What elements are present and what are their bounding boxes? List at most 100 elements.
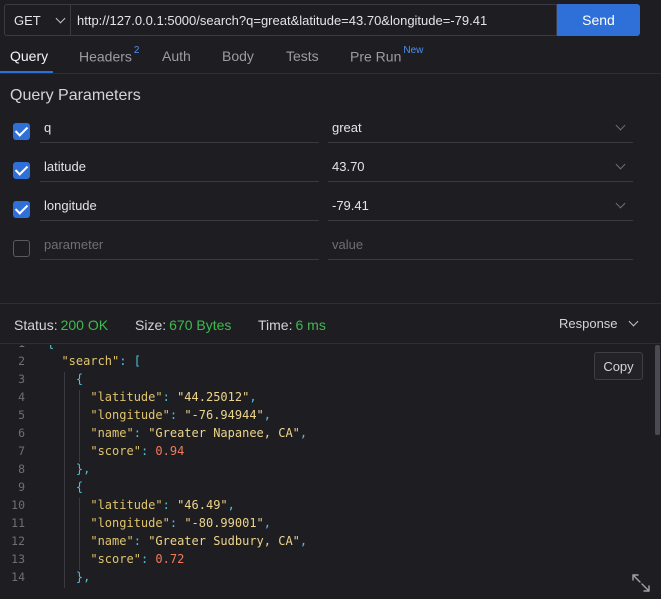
- time-indicator: Time: 6 ms: [258, 317, 326, 333]
- send-button[interactable]: Send: [557, 4, 640, 36]
- tab-label: Query: [10, 48, 49, 64]
- code-text: "name": "Greater Napanee, CA",: [90, 426, 308, 440]
- tab-headers[interactable]: Headers 2: [79, 45, 140, 65]
- line-number: 14: [11, 570, 25, 584]
- expand-icon[interactable]: [630, 572, 652, 594]
- tab-tests[interactable]: Tests: [286, 48, 319, 64]
- chevron-down-icon: [628, 316, 639, 327]
- time-value: 6 ms: [295, 317, 326, 333]
- param-checkbox[interactable]: [13, 162, 30, 179]
- size-indicator: Size: 670 Bytes: [135, 317, 231, 333]
- code-text: },: [75, 570, 91, 584]
- line-number: 1: [0, 345, 25, 350]
- param-value-text: -79.41: [332, 198, 369, 213]
- chevron-down-icon[interactable]: [615, 120, 626, 131]
- code-text: "longitude": "-76.94944",: [90, 408, 272, 422]
- line-number: 13: [11, 552, 25, 566]
- code-text: "score": 0.72: [90, 552, 185, 566]
- line-number: 11: [11, 516, 25, 530]
- request-bar: GET http://127.0.0.1:5000/search?q=great…: [4, 4, 640, 36]
- chevron-down-icon: [55, 13, 66, 23]
- query-parameters-heading: Query Parameters: [10, 87, 141, 104]
- param-row: longitude -79.41: [0, 191, 661, 229]
- chevron-down-icon[interactable]: [615, 159, 626, 170]
- param-value-input[interactable]: value: [328, 230, 633, 260]
- new-param-row: parameter value: [0, 230, 661, 268]
- url-input[interactable]: http://127.0.0.1:5000/search?q=great&lat…: [70, 4, 557, 36]
- headers-count-badge: 2: [133, 45, 140, 56]
- tab-label: Auth: [162, 48, 191, 64]
- code-line: 8 },: [0, 462, 655, 480]
- line-number: 5: [18, 408, 25, 422]
- line-number: 12: [11, 534, 25, 548]
- indent-guide: [64, 372, 66, 588]
- time-label: Time:: [258, 317, 293, 333]
- param-checkbox[interactable]: [13, 240, 30, 257]
- code-line: 10 "latitude": "46.49",: [0, 498, 655, 516]
- code-line: 3 {: [0, 372, 655, 390]
- line-number: 6: [18, 426, 25, 440]
- code-text: "latitude": "46.49",: [90, 498, 235, 512]
- indent-guide: [78, 390, 80, 462]
- response-status-bar: Status: 200 OK Size: 670 Bytes Time: 6 ms R…: [0, 303, 661, 344]
- tab-pre-run[interactable]: Pre Run New: [350, 45, 424, 65]
- tab-query[interactable]: Query: [10, 48, 48, 64]
- code-line: 5 "longitude": "-76.94944",: [0, 408, 655, 426]
- code-line: 11 "longitude": "-80.99001",: [0, 516, 655, 534]
- active-tab-indicator: [0, 71, 53, 73]
- method-label: GET: [14, 12, 41, 28]
- param-checkbox[interactable]: [13, 123, 30, 140]
- request-tabs: Query Headers 2 Auth Body Tests Pre Run Ne…: [0, 40, 661, 74]
- size-value: 670 Bytes: [169, 317, 232, 333]
- tab-label: Tests: [286, 48, 319, 64]
- tab-body[interactable]: Body: [222, 48, 254, 64]
- param-row: latitude 43.70: [0, 152, 661, 190]
- response-body-viewer[interactable]: 1{2 "search": [3 {4 "latitude": "44.2501…: [0, 345, 655, 599]
- chevron-down-icon[interactable]: [615, 198, 626, 209]
- code-text: "name": "Greater Sudbury, CA",: [90, 534, 308, 548]
- code-line: 2 "search": [: [0, 354, 655, 372]
- status-value: 200 OK: [60, 317, 109, 333]
- param-value-input[interactable]: 43.70: [328, 152, 633, 182]
- code-line: 7 "score": 0.94: [0, 444, 655, 462]
- param-key-input[interactable]: longitude: [40, 191, 319, 221]
- param-value-text: great: [332, 120, 362, 135]
- line-number: 4: [18, 390, 25, 404]
- response-view-label: Response: [559, 316, 618, 331]
- size-label: Size:: [135, 317, 167, 333]
- code-text: },: [75, 462, 91, 476]
- code-text: "longitude": "-80.99001",: [90, 516, 272, 530]
- tab-label: Pre Run: [350, 48, 402, 65]
- method-select[interactable]: GET: [4, 4, 70, 36]
- status-label: Status:: [14, 317, 58, 333]
- code-line: 14 },: [0, 570, 655, 588]
- param-key-input[interactable]: parameter: [40, 230, 319, 260]
- tab-label: Headers: [79, 48, 132, 65]
- line-number: 3: [18, 372, 25, 386]
- response-scrollbar[interactable]: [655, 345, 660, 435]
- code-line: 9 {: [0, 480, 655, 498]
- code-line: 4 "latitude": "44.25012",: [0, 390, 655, 408]
- code-line: 13 "score": 0.72: [0, 552, 655, 570]
- code-text: {: [47, 345, 54, 350]
- code-line: 1{: [0, 345, 655, 354]
- response-view-select[interactable]: Response: [559, 316, 639, 331]
- param-key-input[interactable]: q: [40, 113, 319, 143]
- line-number: 10: [11, 498, 25, 512]
- tab-label: Body: [222, 48, 254, 64]
- line-number: 9: [18, 480, 25, 494]
- code-text: "score": 0.94: [90, 444, 185, 458]
- param-row: q great: [0, 113, 661, 151]
- new-badge: New: [403, 45, 424, 56]
- line-number: 8: [18, 462, 25, 476]
- status-indicator: Status: 200 OK: [14, 317, 108, 333]
- param-checkbox[interactable]: [13, 201, 30, 218]
- indent-guide: [78, 498, 80, 570]
- param-value-input[interactable]: -79.41: [328, 191, 633, 221]
- tab-auth[interactable]: Auth: [162, 48, 191, 64]
- code-line: 12 "name": "Greater Sudbury, CA",: [0, 534, 655, 552]
- copy-button[interactable]: Copy: [594, 352, 643, 380]
- param-key-input[interactable]: latitude: [40, 152, 319, 182]
- line-number: 7: [18, 444, 25, 458]
- param-value-input[interactable]: great: [328, 113, 633, 143]
